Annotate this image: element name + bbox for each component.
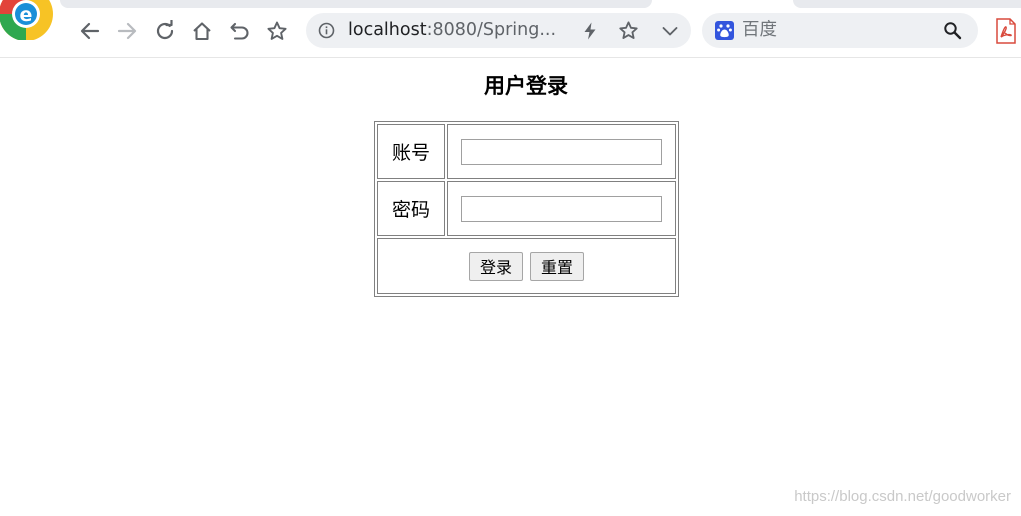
login-button[interactable]: 登录 xyxy=(468,251,523,281)
account-input[interactable] xyxy=(461,138,662,165)
svg-text:e: e xyxy=(20,4,33,26)
bookmark-star-icon[interactable] xyxy=(618,20,639,41)
browser-logo-icon[interactable]: e xyxy=(0,0,56,40)
url-path: :8080/Spring... xyxy=(426,20,557,40)
address-bar[interactable]: localhost:8080/Spring... xyxy=(306,13,691,48)
forward-arrow-icon xyxy=(117,22,137,40)
favorites-button[interactable] xyxy=(264,18,290,44)
undo-close-tab-button[interactable] xyxy=(227,18,253,44)
undo-icon xyxy=(230,22,249,40)
url-host: localhost xyxy=(348,20,427,40)
site-info-icon[interactable] xyxy=(318,22,335,39)
search-box[interactable]: 百度 xyxy=(702,13,978,48)
search-placeholder[interactable]: 百度 xyxy=(742,20,777,41)
account-row: 账号 xyxy=(377,124,676,179)
password-label: 密码 xyxy=(377,181,445,236)
account-label: 账号 xyxy=(377,124,445,179)
baidu-icon[interactable] xyxy=(715,21,734,40)
browser-toolbar: e localhost:8080/Spring... 百度 xyxy=(0,0,1021,58)
home-icon xyxy=(193,22,211,41)
reload-icon xyxy=(156,20,174,40)
browser-tab[interactable] xyxy=(60,0,652,8)
chevron-down-icon[interactable] xyxy=(660,21,680,41)
back-arrow-icon xyxy=(80,22,100,40)
pdf-extension-icon[interactable] xyxy=(994,18,1018,44)
reset-button[interactable]: 重置 xyxy=(530,251,585,281)
actions-cell: 登录 重置 xyxy=(377,238,676,294)
star-icon xyxy=(267,21,287,40)
back-button[interactable] xyxy=(77,18,103,44)
login-form-table: 账号 密码 登录 重置 xyxy=(374,121,679,297)
browser-tab[interactable] xyxy=(793,0,1021,8)
page-title: 用户登录 xyxy=(484,74,568,98)
actions-row: 登录 重置 xyxy=(377,238,676,294)
lightning-icon[interactable] xyxy=(580,21,600,41)
password-row: 密码 xyxy=(377,181,676,236)
password-input-cell xyxy=(447,181,676,236)
search-icon[interactable] xyxy=(943,21,962,40)
forward-button[interactable] xyxy=(114,18,140,44)
home-button[interactable] xyxy=(189,18,215,44)
address-url[interactable]: localhost:8080/Spring... xyxy=(348,20,556,41)
password-input[interactable] xyxy=(461,195,662,222)
reload-button[interactable] xyxy=(152,18,178,44)
account-input-cell xyxy=(447,124,676,179)
watermark: https://blog.csdn.net/goodworker xyxy=(794,488,1011,505)
